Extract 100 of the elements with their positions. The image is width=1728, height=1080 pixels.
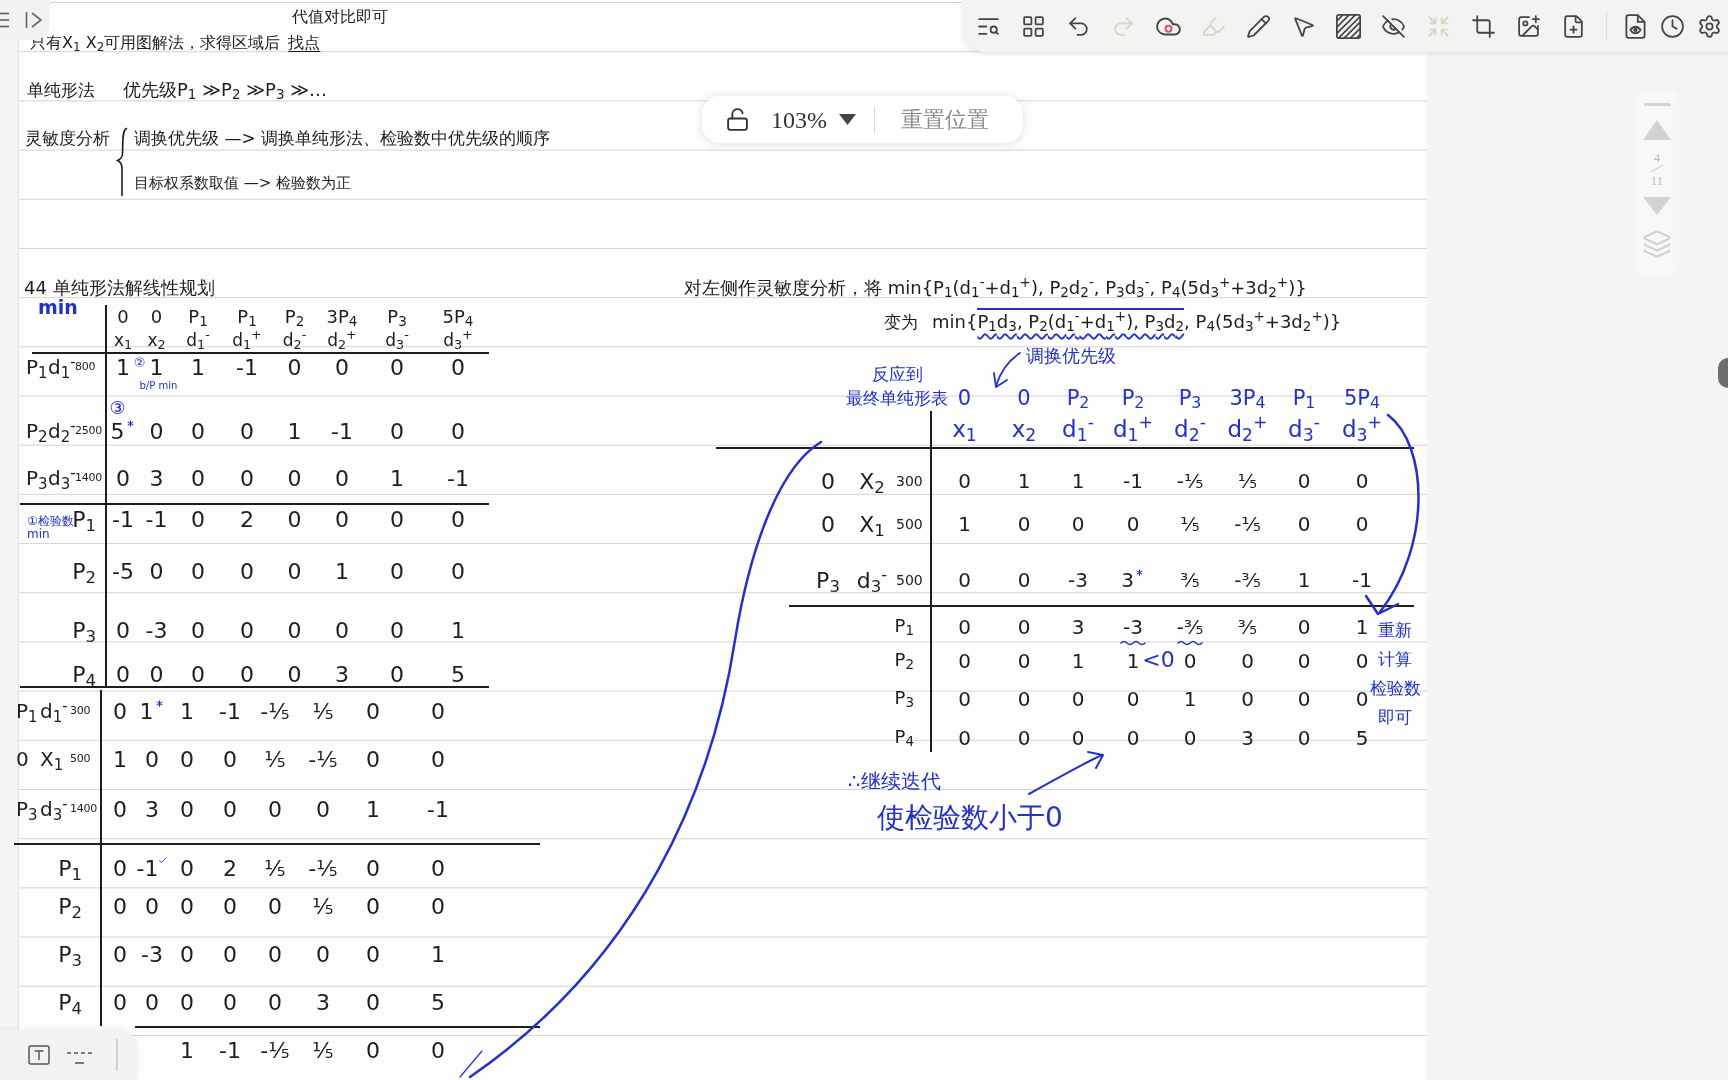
cell-value: 0 (223, 799, 237, 821)
cell-value: 3 (335, 664, 349, 686)
zoom-dropdown[interactable]: 103% (771, 103, 856, 136)
row-label: P$_{4}$ (72, 664, 96, 686)
coefficient-label: P$_{1}$ (188, 307, 208, 326)
section-title: 44 单纯形法解线性规划 (24, 277, 215, 299)
note-text: 优先级P$_{1}$ ≫P$_{2}$ ≫P$_{3}$ ≫… (123, 78, 328, 102)
annotation: 重新 计算 检验数 即可 (1368, 619, 1422, 729)
hatched-square-icon (1336, 13, 1361, 39)
cell-value: 1 (958, 514, 971, 534)
basis-value: 500 (70, 751, 92, 767)
cell-value: 0 (1017, 728, 1031, 748)
basis-value: 2500 (75, 423, 103, 439)
cell-value: 0 (390, 509, 404, 531)
cell-value: 0 (1297, 728, 1311, 748)
cell-value: 0 (287, 509, 302, 531)
cell-value: 0 (316, 944, 330, 966)
cell-value: 0 (240, 620, 254, 642)
highlighted-formula: P$_{1}$d$_{3}$, P$_{2}$(d$_{1}$$^{-}$+d$_{1}$$^{+}$), P$_{3}$d$_{2}$ (977, 308, 1185, 340)
cell-value: 1 (116, 357, 130, 379)
annotation: ①检验数 min (27, 515, 74, 541)
cell-value: -3 (1123, 617, 1143, 637)
cell-value: 0 (191, 468, 205, 490)
cell-value: 0 (1183, 651, 1197, 671)
basis-value: 500 (896, 571, 924, 590)
basis-coefficient: P$_{2}$ (26, 421, 48, 441)
cell-value: 5 (451, 664, 465, 686)
cell-value: 0 (116, 468, 130, 490)
basis-value: 500 (896, 515, 924, 534)
cell-value: ⅕ (264, 749, 286, 771)
basis-coefficient: P$_{3}$ (816, 570, 840, 592)
basis-value: 300 (70, 703, 92, 719)
row-label: P$_{2}$ (894, 651, 914, 669)
cell-value: 0 (431, 858, 445, 880)
cell-value: -3 (141, 944, 163, 966)
cell-value: -⅕ (260, 1040, 290, 1062)
annotation: ② (133, 356, 146, 369)
cell-value: 0 (1126, 728, 1140, 748)
cell-value: 1 (139, 701, 154, 723)
cell-value: 0 (1297, 471, 1311, 491)
cell-value: 0 (431, 896, 445, 918)
cell-value: 0 (1071, 689, 1085, 709)
cell-value: 0 (1017, 617, 1031, 637)
cell-value: 0 (390, 561, 404, 583)
sidebar-toggle-button[interactable] (25, 11, 43, 29)
note-text: 调换优先级 —> 调换单纯形法、检验数中优先级的顺序 (134, 127, 551, 150)
cell-value: 0 (223, 896, 237, 918)
note-heading: 变为 (884, 311, 918, 334)
cell-value: 0 (191, 561, 205, 583)
cell-value: 0 (113, 858, 127, 880)
menu-button[interactable] (0, 11, 10, 29)
row-label: P$_{2}$ (72, 561, 96, 583)
pen-stroke (459, 1050, 483, 1078)
basis-coefficient: 0 (820, 514, 836, 536)
basis-variable: X$_{1}$ (40, 749, 65, 769)
variable-label: x$_{2}$ (147, 331, 166, 349)
cell-value: ⅕ (312, 896, 334, 918)
cell-value: 0 (1355, 689, 1369, 709)
cell-value: 0 (145, 749, 159, 771)
coefficient-label: P$_{2}$ (1121, 387, 1145, 409)
note-heading: 单纯形法 (27, 79, 95, 102)
cell-value: 0 (113, 896, 127, 918)
cell-value: 0 (451, 421, 465, 443)
cell-value: 5 (110, 421, 125, 443)
annotation: min (38, 297, 78, 317)
cell-value: 0 (191, 509, 205, 531)
text-tool-button[interactable] (28, 1045, 50, 1065)
cell-value: 0 (149, 664, 164, 686)
annotation: ③ (109, 399, 126, 417)
triangle-down-icon (1643, 197, 1671, 215)
cell-value: 0 (1183, 728, 1197, 748)
cell-value: 5 (1355, 728, 1369, 748)
cell-value: 0 (1297, 689, 1311, 709)
cell-value: -1 (427, 799, 449, 821)
cell-value: 0 (1017, 570, 1031, 590)
note-text: 目标权系数取值 —> 检验数为正 (134, 173, 353, 194)
coefficient-label: P$_{1}$ (237, 307, 257, 326)
coefficient-label: 0 (957, 387, 972, 409)
panel-handle[interactable] (1718, 358, 1728, 388)
coefficient-label: P$_{2}$ (284, 307, 305, 326)
coefficient-label: P$_{2}$ (1066, 387, 1090, 409)
basis-coefficient: P$_{1}$ (26, 357, 48, 377)
note-heading: 灵敏度分析 (25, 127, 110, 150)
curly-brace-icon (116, 127, 128, 197)
cell-value: 1 (1017, 471, 1031, 491)
cell-value: 3 (1241, 728, 1254, 748)
basis-coefficient: P$_{1}$ (16, 701, 39, 721)
row-label: P$_{4}$ (894, 728, 914, 746)
cell-value: -1 (1352, 570, 1372, 590)
cell-value: ⅗ (1180, 570, 1200, 590)
cell-value: ⅕ (312, 701, 334, 723)
cell-value: -⅗ (1234, 570, 1261, 590)
cell-value: 0 (240, 421, 254, 443)
note-text: 对左侧作灵敏度分析，将 min{P$_{1}$(d$_{1}$$^{-}$+d$_{1}$$^{+}$), P$_{2}$d$_{2}$$^{-}$, P$_{3}$d$_{3}$$^{-}$, P$_{4}$(5d$_{3}$$^{+}$+3d$_{2}$$^{+}$)} (684, 276, 1307, 300)
cell-value: 0 (335, 620, 349, 642)
cell-value: 0 (1126, 514, 1140, 534)
cell-value: 0 (335, 509, 349, 531)
cell-value: 1 (149, 357, 164, 379)
lock-open-icon (724, 107, 750, 132)
cell-value: 3 (149, 468, 164, 490)
